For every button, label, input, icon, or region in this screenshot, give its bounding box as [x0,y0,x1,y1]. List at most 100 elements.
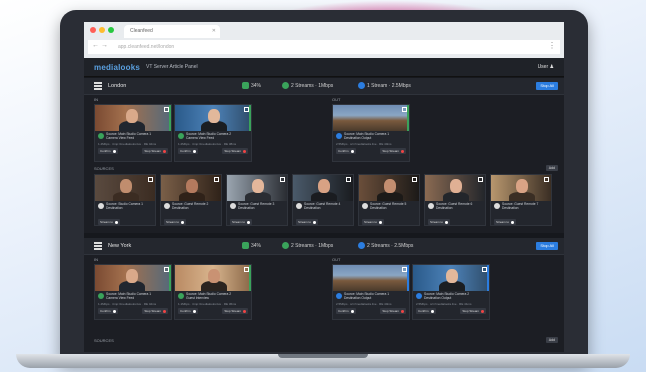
expand-icon[interactable] [244,267,249,272]
sources-label: SOURCES [94,166,114,171]
video-thumbnail[interactable] [425,175,485,201]
video-thumbnail[interactable] [161,175,221,201]
source-card[interactable]: Source: Guest Remote 7 Destination Stream … [490,174,552,226]
confirm-button[interactable]: Confirm [416,308,436,314]
section-bar: New York 34% 2 Streams · 1Mbps 2 Streams… [84,238,564,255]
card-info: 2.5Mbps · srt://medialooks.live · RE 40m… [336,302,392,306]
stream-to-button[interactable]: Stream to [428,219,451,225]
expand-icon[interactable] [402,267,407,272]
stream-to-button[interactable]: Stream to [296,219,319,225]
status-avatar [178,293,184,299]
in-stream-card[interactable]: Source: Main Studio Camera 2 Camera View … [174,104,252,162]
video-thumbnail[interactable] [359,175,419,201]
stream-to-button[interactable]: Stream to [98,219,121,225]
source-card[interactable]: Source: Guest Remote 3 Destination Stream … [226,174,288,226]
user-menu[interactable]: User ♟ [538,64,554,70]
url-text[interactable]: app.cleanfeed.net/london [118,44,198,50]
status-avatar [416,293,422,299]
expand-icon[interactable] [412,177,417,182]
card-info: 2.5Mbps · srt://medialooks.live · RE 41m… [416,302,472,306]
video-thumbnail[interactable] [491,175,551,201]
close-window-dot[interactable] [90,27,96,33]
out-label: OUT [332,257,341,262]
card-title: Source: Main Studio Camera 1 Camera View … [106,132,152,140]
menu-icon[interactable] [94,82,102,91]
expand-icon[interactable] [280,177,285,182]
confirm-button[interactable]: Confirm [336,308,356,314]
video-thumbnail[interactable] [95,175,155,201]
video-thumbnail[interactable] [95,265,171,291]
video-thumbnail[interactable] [95,105,171,131]
browser-tab[interactable]: Cleanfeed ✕ [124,25,220,38]
logo: medialooks [94,63,141,72]
video-thumbnail[interactable] [413,265,489,291]
cpu-stat: 34% [242,242,261,250]
stream-to-button[interactable]: Stream to [494,219,517,225]
stop-stream-button[interactable]: Stop Stream [222,308,248,314]
back-icon[interactable]: ← [92,42,99,49]
expand-icon[interactable] [482,267,487,272]
stop-stream-button[interactable]: Stop Stream [222,148,248,154]
source-card[interactable]: Source: Guest Remote 5 Destination Stream … [358,174,420,226]
card-info: 2.5Mbps · srt://medialooks.live · RE 40m… [336,142,392,146]
source-card[interactable]: Source: Guest Remote 6 Destination Stream … [424,174,486,226]
stream-to-button[interactable]: Stream to [362,219,385,225]
expand-icon[interactable] [478,177,483,182]
confirm-button[interactable]: Confirm [178,148,198,154]
stream-to-button[interactable]: Stream to [230,219,253,225]
status-avatar [98,293,104,299]
expand-icon[interactable] [148,177,153,182]
expand-icon[interactable] [244,107,249,112]
video-thumbnail[interactable] [175,265,251,291]
video-thumbnail[interactable] [333,105,409,131]
add-source-button[interactable]: Add [545,337,558,343]
minimize-window-dot[interactable] [99,27,105,33]
expand-icon[interactable] [346,177,351,182]
card-title: Source: Guest Remote 3 Destination [238,202,275,210]
confirm-button[interactable]: Confirm [336,148,356,154]
confirm-button[interactable]: Confirm [98,148,118,154]
video-thumbnail[interactable] [227,175,287,201]
maximize-window-dot[interactable] [108,27,114,33]
stream-to-button[interactable]: Stream to [164,219,187,225]
stop-stream-button[interactable]: Stop Stream [380,148,406,154]
in-stream-card[interactable]: Source: Main Studio Camera 1 Camera View … [94,104,172,162]
out-stream-card[interactable]: Source: Main Studio Camera 1 Destination … [332,264,410,320]
stop-stream-button[interactable]: Stop Stream [460,308,486,314]
address-bar[interactable]: ← → app.cleanfeed.net/london ⋮ [88,40,560,54]
card-info: 1.4Mbps · rtmp://medialooks.live · RE 42… [98,302,157,306]
expand-icon[interactable] [164,267,169,272]
out-stream-card[interactable]: Source: Main Studio Camera 1 Destination … [332,104,410,162]
green-circle-icon [282,242,289,250]
sources-label: SOURCES [94,338,114,343]
video-thumbnail[interactable] [293,175,353,201]
source-card[interactable]: Source: Studio Camera 1 Destination Stream… [94,174,156,226]
card-title: Source: Studio Camera 1 Destination [106,202,144,210]
add-source-button[interactable]: Add [545,165,558,171]
stop-stream-button[interactable]: Stop Stream [142,148,168,154]
confirm-button[interactable]: Confirm [98,308,118,314]
stop-stream-button[interactable]: Stop Stream [380,308,406,314]
browser-menu-icon[interactable]: ⋮ [548,41,556,50]
expand-icon[interactable] [402,107,407,112]
source-card[interactable]: Source: Guest Remote 4 Destination Stream … [292,174,354,226]
confirm-button[interactable]: Confirm [178,308,198,314]
card-title: Source: Main Studio Camera 2 Guest Interv… [186,292,232,300]
in-streams-stat: 2 Streams · 1Mbps [282,242,333,250]
in-stream-card[interactable]: Source: Main Studio Camera 1 Camera View … [94,264,172,320]
in-stream-card[interactable]: Source: Main Studio Camera 2 Guest Interv… [174,264,252,320]
expand-icon[interactable] [214,177,219,182]
source-card[interactable]: Source: Guest Remote 2 Destination Stream … [160,174,222,226]
stop-all-button[interactable]: Stop All [536,242,558,250]
video-thumbnail[interactable] [333,265,409,291]
stop-all-button[interactable]: Stop All [536,82,558,90]
menu-icon[interactable] [94,242,102,251]
stop-stream-button[interactable]: Stop Stream [142,308,168,314]
status-avatar [362,203,368,209]
expand-icon[interactable] [164,107,169,112]
forward-icon[interactable]: → [101,42,108,49]
close-tab-icon[interactable]: ✕ [212,25,216,38]
video-thumbnail[interactable] [175,105,251,131]
out-stream-card[interactable]: Source: Main Studio Camera 2 Destination … [412,264,490,320]
expand-icon[interactable] [544,177,549,182]
